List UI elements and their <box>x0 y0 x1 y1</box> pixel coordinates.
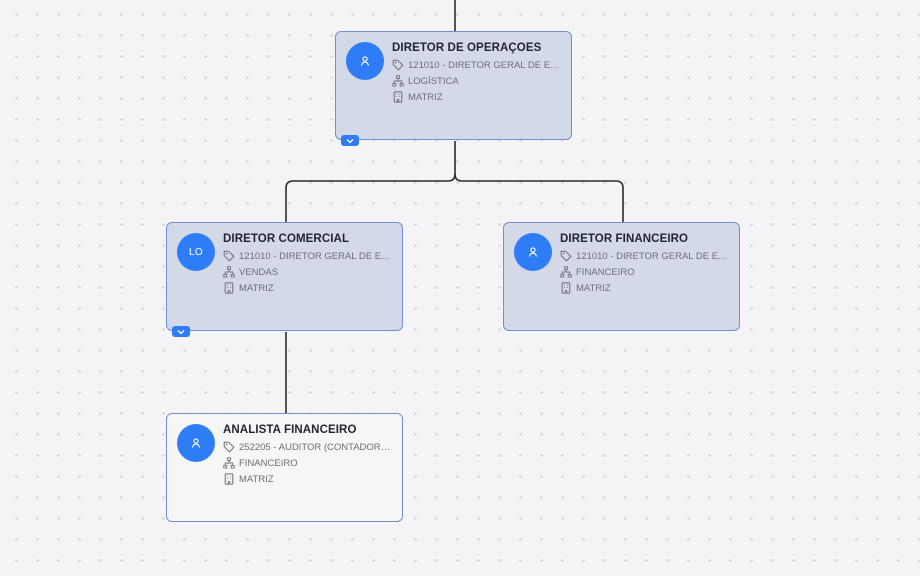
building-icon <box>392 91 404 103</box>
node-unit-row: MATRIZ <box>223 472 395 486</box>
tag-icon <box>223 250 235 262</box>
avatar <box>177 424 215 462</box>
node-department: FINANCEIRO <box>239 457 298 469</box>
node-department-row: FINANCEIRO <box>223 456 395 470</box>
node-unit-row: MATRIZ <box>392 90 564 104</box>
node-cbo-row: 121010 - DIRETOR GERAL DE EMPRESA E ORGA… <box>560 249 732 263</box>
tag-icon <box>392 59 404 71</box>
node-department: FINANCEIRO <box>576 266 635 278</box>
expand-children-button[interactable] <box>341 135 359 146</box>
node-title: ANALISTA FINANCEIRO <box>223 424 357 436</box>
node-cbo: 121010 - DIRETOR GERAL DE EMPRESA E ORGA… <box>576 250 732 262</box>
user-icon <box>192 438 200 448</box>
avatar <box>346 42 384 80</box>
avatar <box>514 233 552 271</box>
node-cbo-row: 121010 - DIRETOR GERAL DE EMPRESA E ORGA… <box>392 58 564 72</box>
org-chart-icon <box>223 266 235 278</box>
node-unit-row: MATRIZ <box>223 281 395 295</box>
node-cbo-row: 252205 - AUDITOR (CONTADORES E AFINS) <box>223 440 395 454</box>
user-icon <box>529 247 537 257</box>
node-unit: MATRIZ <box>576 282 611 294</box>
org-node-diretor-financeiro[interactable]: DIRETOR FINANCEIRO 121010 - DIRETOR GERA… <box>503 222 740 331</box>
org-node-diretor-operacoes[interactable]: DIRETOR DE OPERAÇÕES 121010 - DIRETOR GE… <box>335 31 572 146</box>
node-department-row: VENDAS <box>223 265 395 279</box>
org-node-diretor-comercial[interactable]: LO DIRETOR COMERCIAL 121010 - DIRETOR GE… <box>166 222 403 337</box>
org-chart-icon <box>560 266 572 278</box>
building-icon <box>560 282 572 294</box>
building-icon <box>223 473 235 485</box>
user-icon <box>361 56 369 66</box>
node-title: DIRETOR COMERCIAL <box>223 233 350 245</box>
expand-children-button[interactable] <box>172 326 190 337</box>
node-department: LOGÍSTICA <box>408 75 459 87</box>
node-unit: MATRIZ <box>239 282 274 294</box>
node-cbo: 121010 - DIRETOR GERAL DE EMPRESA E ORGA… <box>239 250 395 262</box>
avatar-initials: LO <box>189 246 203 258</box>
node-title: DIRETOR DE OPERAÇÕES <box>392 42 542 54</box>
org-chart-icon <box>223 457 235 469</box>
tag-icon <box>560 250 572 262</box>
node-unit: MATRIZ <box>408 91 443 103</box>
org-node-analista-financeiro[interactable]: ANALISTA FINANCEIRO 252205 - AUDITOR (CO… <box>166 413 403 522</box>
node-cbo-row: 121010 - DIRETOR GERAL DE EMPRESA E ORGA… <box>223 249 395 263</box>
node-unit: MATRIZ <box>239 473 274 485</box>
chevron-down-icon <box>346 138 354 143</box>
node-title: DIRETOR FINANCEIRO <box>560 233 689 245</box>
chevron-down-icon <box>177 329 185 334</box>
avatar: LO <box>177 233 215 271</box>
node-department: VENDAS <box>239 266 279 278</box>
connector-operacoes-to-comercial <box>285 141 456 222</box>
building-icon <box>223 282 235 294</box>
node-cbo: 252205 - AUDITOR (CONTADORES E AFINS) <box>239 441 395 453</box>
node-department-row: LOGÍSTICA <box>392 74 564 88</box>
node-department-row: FINANCEIRO <box>560 265 732 279</box>
node-unit-row: MATRIZ <box>560 281 732 295</box>
org-chart-icon <box>392 75 404 87</box>
tag-icon <box>223 441 235 453</box>
connector-operacoes-to-financeiro <box>454 173 624 222</box>
node-cbo: 121010 - DIRETOR GERAL DE EMPRESA E ORGA… <box>408 59 564 71</box>
